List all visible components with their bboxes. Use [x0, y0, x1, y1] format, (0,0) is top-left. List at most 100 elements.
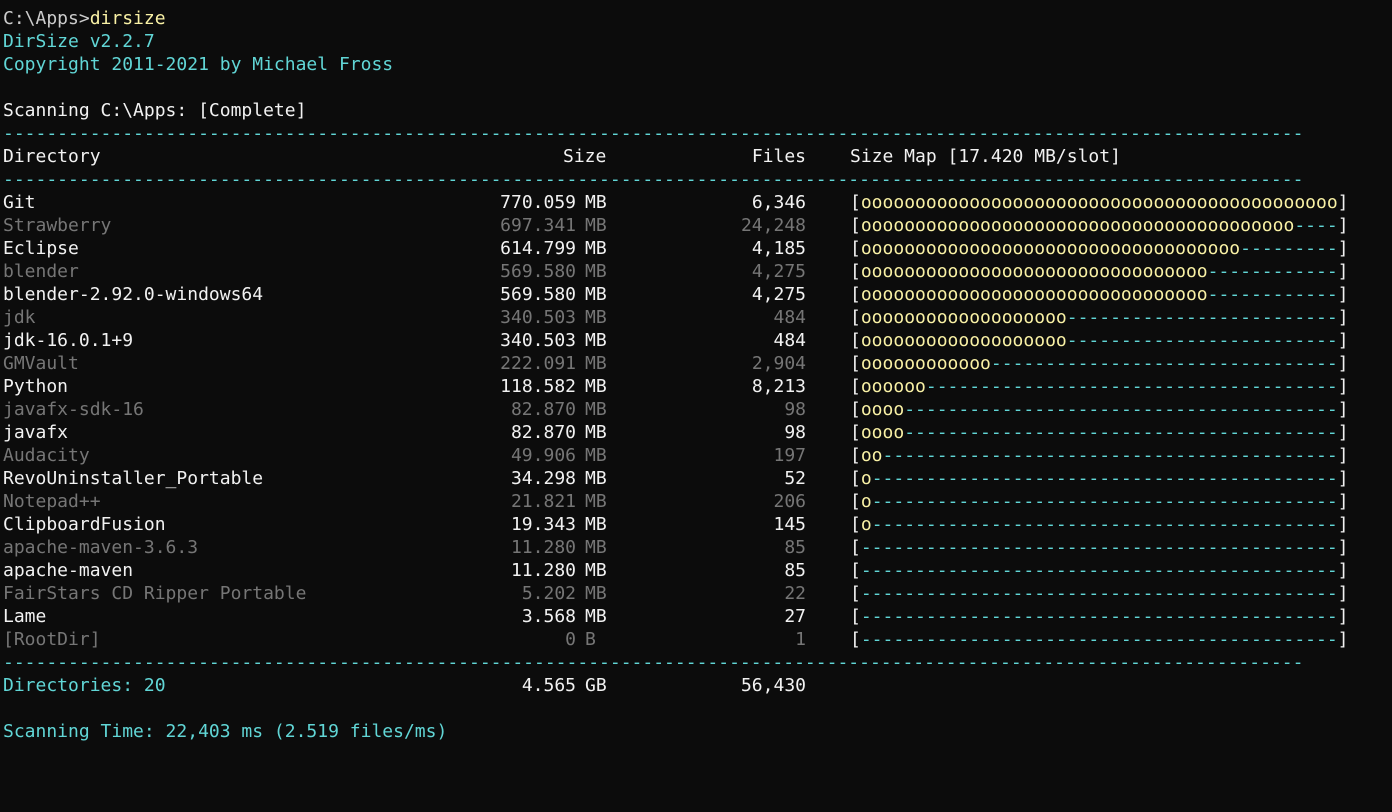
directory-size: 0 [565, 629, 576, 650]
size-map-fill: oooo [860, 422, 905, 443]
size-map-open-bracket: [ [850, 238, 861, 259]
size-map-close-bracket: ] [1337, 261, 1349, 282]
size-map-fill: o [860, 468, 872, 489]
table-row: Notepad++ 21.821 MB 206 [o------------------… [3, 490, 1388, 513]
directory-size: 82.870 [510, 399, 576, 420]
size-map-empty: ---------------------------------------- [904, 422, 1338, 443]
size-map-bar: [oooo-----------------------------------… [850, 398, 1349, 421]
size-map-close-bracket: ] [1337, 537, 1349, 558]
size-map-bar: [oooo-----------------------------------… [850, 421, 1349, 444]
size-map-fill: o [860, 514, 872, 535]
size-map-fill: o [860, 491, 872, 512]
size-map-fill: oooooo [860, 376, 926, 397]
size-map-open-bracket: [ [850, 514, 861, 535]
directory-name: FairStars CD Ripper Portable [3, 583, 307, 604]
size-map-close-bracket: ] [1337, 606, 1349, 627]
size-map-bar: [ooooooooooooooooooo--------------------… [850, 329, 1349, 352]
size-map-close-bracket: ] [1337, 399, 1349, 420]
table-row: javafx 82.870 MB 98 [oooo-------------------… [3, 421, 1388, 444]
directory-files: 484 [773, 307, 806, 328]
directory-name: [RootDir] [3, 629, 101, 650]
directory-name: GMVault [3, 353, 79, 374]
table-row: Strawberry 697.341 MB 24,248 [oooooooooooooo… [3, 214, 1388, 237]
table-row: apache-maven-3.6.3 11.280 MB 85 [-----------… [3, 536, 1388, 559]
size-map-empty: ----------------------------------------… [860, 606, 1338, 627]
terminal-window[interactable]: C:\Apps>dirsize DirSize v2.2.7 Copyright… [3, 7, 1388, 743]
directory-files: 4,275 [751, 261, 806, 282]
directory-size: 697.341 [500, 215, 576, 236]
table-row: GMVault 222.091 MB 2,904 [oooooooooooo------… [3, 352, 1388, 375]
scanning-time-line: Scanning Time: 22,403 ms (2.519 files/ms… [3, 721, 448, 742]
directory-name: RevoUninstaller_Portable [3, 468, 264, 489]
size-map-open-bracket: [ [850, 284, 861, 305]
size-map-empty: ------------------------- [1066, 307, 1338, 328]
size-map-open-bracket: [ [850, 422, 861, 443]
size-map-empty: -------------------------------- [990, 353, 1338, 374]
size-map-bar: [ooooooooooooooooooo--------------------… [850, 306, 1349, 329]
directory-name: apache-maven [3, 560, 134, 581]
size-map-close-bracket: ] [1337, 238, 1349, 259]
directory-files: 206 [773, 491, 806, 512]
size-map-bar: [ooooooooooooooooooooooooooooooooooo----… [850, 237, 1349, 260]
directory-name: blender [3, 261, 79, 282]
size-map-fill: oooo [860, 399, 905, 420]
prompt-line: C:\Apps>dirsize [3, 7, 1388, 30]
header-size: Size [563, 146, 607, 167]
directory-files: 85 [784, 560, 806, 581]
size-map-empty: ---------------------------------------- [904, 399, 1338, 420]
size-map-bar: [o--------------------------------------… [850, 467, 1349, 490]
size-map-open-bracket: [ [850, 537, 861, 558]
directory-size: 340.503 [500, 307, 576, 328]
size-map-bar: [---------------------------------------… [850, 536, 1349, 559]
directory-size: 118.582 [500, 376, 576, 397]
directory-size-unit: B [585, 629, 596, 650]
summary-line: Directories: 20 4.565 GB 56,430 [3, 674, 1388, 697]
size-map-empty: ------------------------- [1066, 330, 1338, 351]
table-row: [RootDir] 0 B 1 [---------------------------… [3, 628, 1388, 651]
table-row: Lame 3.568 MB 27 [--------------------------… [3, 605, 1388, 628]
size-map-open-bracket: [ [850, 560, 861, 581]
size-map-close-bracket: ] [1337, 491, 1349, 512]
size-map-bar: [oooooooooooooooooooooooooooooooo-------… [850, 260, 1349, 283]
size-map-open-bracket: [ [850, 192, 861, 213]
directory-size: 770.059 [500, 192, 576, 213]
directory-files: 52 [784, 468, 806, 489]
prompt-command: dirsize [89, 8, 166, 29]
size-map-bar: [---------------------------------------… [850, 559, 1349, 582]
size-map-close-bracket: ] [1337, 629, 1349, 650]
directory-name: blender-2.92.0-windows64 [3, 284, 264, 305]
directory-size: 569.580 [500, 284, 576, 305]
directory-table: Git 770.059 MB 6,346 [oooooooooooooooooooooo… [3, 191, 1388, 651]
directory-files: 4,275 [751, 284, 806, 305]
size-map-fill: oo [860, 445, 883, 466]
size-map-empty: ----------------------------------------… [882, 445, 1338, 466]
directory-size: 34.298 [510, 468, 576, 489]
size-map-bar: [oooooooooooooooooooooooooooooooo-------… [850, 283, 1349, 306]
directory-size: 5.202 [521, 583, 576, 604]
directory-files: 4,185 [751, 238, 806, 259]
size-map-empty: ----------------------------------------… [871, 491, 1338, 512]
summary-files: 56,430 [740, 675, 806, 696]
size-map-open-bracket: [ [850, 353, 861, 374]
size-map-bar: [o--------------------------------------… [850, 513, 1349, 536]
directory-files: 24,248 [740, 215, 806, 236]
copyright-line: Copyright 2011-2021 by Michael Fross [3, 54, 394, 75]
size-map-open-bracket: [ [850, 491, 861, 512]
size-map-open-bracket: [ [850, 261, 861, 282]
table-row: apache-maven 11.280 MB 85 [-----------------… [3, 559, 1388, 582]
size-map-close-bracket: ] [1337, 376, 1349, 397]
directory-size: 222.091 [500, 353, 576, 374]
directory-size: 11.280 [510, 537, 576, 558]
table-row: Git 770.059 MB 6,346 [oooooooooooooooooooooo… [3, 191, 1388, 214]
size-map-empty: ----------------------------------------… [871, 514, 1338, 535]
size-map-close-bracket: ] [1337, 468, 1349, 489]
directory-name: Strawberry [3, 215, 112, 236]
directory-files: 6,346 [751, 192, 806, 213]
size-map-fill: ooooooooooooooooooooooooooooooooooo [860, 238, 1241, 259]
size-map-open-bracket: [ [850, 330, 861, 351]
directory-size: 21.821 [510, 491, 576, 512]
size-map-fill: oooooooooooooooooooooooooooooooooooooooo… [860, 192, 1338, 213]
directory-name: Python [3, 376, 69, 397]
